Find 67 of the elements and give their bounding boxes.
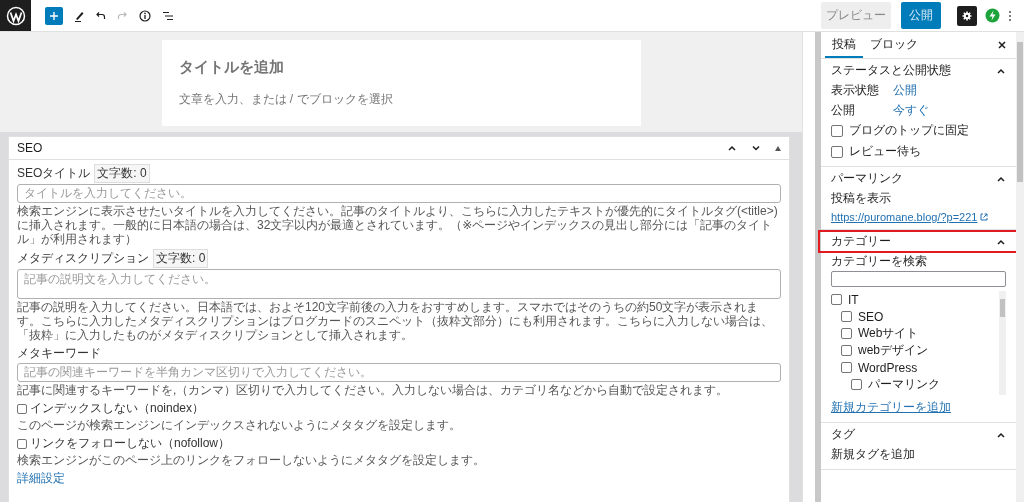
checkbox-label[interactable]: インデックスしない（noindex） [30,400,205,417]
checkbox[interactable] [841,328,852,339]
field-label: 新規タグを追加 [831,446,916,463]
character-count: 文字数: 0 [94,164,150,183]
add-category-link[interactable]: 新規カテゴリーを追加 [831,399,1006,416]
section-header[interactable]: パーマリンク [821,167,1016,190]
section-header[interactable]: タグ [821,423,1016,446]
help-text: 検索エンジンに表示させたいタイトルを入力してください。記事のタイトルより、こちらに入力したテキストが優先的にタイトルタグ(<title>)に挿入されます。一般的に日本語の場合は、32文字以内が最適とされています。（※ページやインデックスの見出し部分には「記事のタイトル」が利用されます） [17,204,779,246]
triangle-up-icon[interactable] [775,145,781,151]
field-label: 表示状態 [831,81,880,99]
field-label: 投稿を表示 [831,190,892,207]
search-field[interactable] [831,271,1006,287]
pencil-icon[interactable] [74,9,84,22]
field-label: メタキーワード [17,345,101,362]
sidebar-tab[interactable]: 投稿 [825,32,863,58]
field-label: SEOタイトル [17,165,91,182]
character-count: 文字数: 0 [153,249,209,268]
category-label[interactable]: WordPress [858,360,918,375]
category-label[interactable]: SEO [858,309,884,324]
permalink-link[interactable]: https://puromane.blog/?p=221 [831,211,978,223]
undo-icon[interactable] [95,10,106,21]
advanced-settings-link[interactable]: 詳細設定 [17,470,65,487]
checkbox[interactable] [17,403,27,414]
checkbox[interactable] [831,294,842,305]
close-icon[interactable] [998,41,1006,49]
checkbox[interactable] [841,345,852,356]
category-label[interactable]: Webサイト [858,325,919,342]
category-label[interactable]: IT [848,292,859,307]
checkbox-label[interactable]: レビュー待ち [849,143,921,160]
checkbox[interactable] [841,311,852,322]
sidebar-tab[interactable]: ブロック [863,32,925,58]
publish-button[interactable]: 公開 [901,2,941,29]
field-value-link[interactable]: 今すぐ [893,101,929,119]
checkbox[interactable] [831,145,843,158]
checkbox-label[interactable]: ブログのトップに固定 [849,122,969,139]
field-label: メタディスクリプション [17,250,149,267]
section-header[interactable]: カテゴリー [818,230,1019,253]
body-placeholder[interactable]: 文章を入力、または / でブロックを選択 [178,91,393,108]
chevron-down-icon[interactable] [751,143,761,153]
gear-icon [962,10,972,21]
settings-button[interactable] [957,5,977,26]
help-text: 記事に関連するキーワードを,（カンマ）区切りで入力してください。入力しない場合は、カテゴリ名などから自動で設定されます。 [17,383,730,397]
help-text: 記事の説明を入力してください。日本語では、およそ120文字前後の入力をおすすめします。スマホではそのうちの約50文字が表示されます。こちらに入力したメタディスクリプションはブログカードのスニペット（抜粋文部分）にも利用されます。こちらに入力しない場合は、「抜粋」に入力したものがメタディスクリプションとして挿入されます。 [17,300,774,342]
logo-icon[interactable] [5,5,26,26]
chevron-up-icon[interactable] [727,143,737,153]
panel-title: SEO [17,141,44,155]
checkbox[interactable] [17,438,27,449]
list-view-icon[interactable] [162,10,174,21]
info-icon[interactable] [139,9,151,22]
bolt-icon[interactable] [985,8,1000,23]
external-link-icon[interactable] [980,213,989,221]
plus-icon [49,10,59,21]
checkbox[interactable] [831,124,843,137]
help-text: 検索エンジンがこのページ上のリンクをフォローしないようにメタタグを設定します。 [17,453,486,467]
checkbox[interactable] [851,379,862,390]
category-label[interactable]: パーマリンク [868,376,940,393]
help-text: このページが検索エンジンにインデックスされないようにメタタグを設定します。 [17,418,462,432]
field-value-link[interactable]: 公開 [893,81,917,99]
title-placeholder[interactable]: タイトルを追加 [178,58,284,77]
field-label: カテゴリーを検索 [831,253,928,270]
category-label[interactable]: webデザイン [858,342,928,359]
add-block-button[interactable] [45,6,63,25]
section-header[interactable]: ステータスと公開状態 [821,59,1016,82]
checkbox[interactable] [841,362,852,373]
kebab-menu-icon[interactable] [1008,9,1012,22]
checkbox-label[interactable]: リンクをフォローしない（nofollow） [30,435,231,452]
field-label: 公開 [831,101,856,119]
